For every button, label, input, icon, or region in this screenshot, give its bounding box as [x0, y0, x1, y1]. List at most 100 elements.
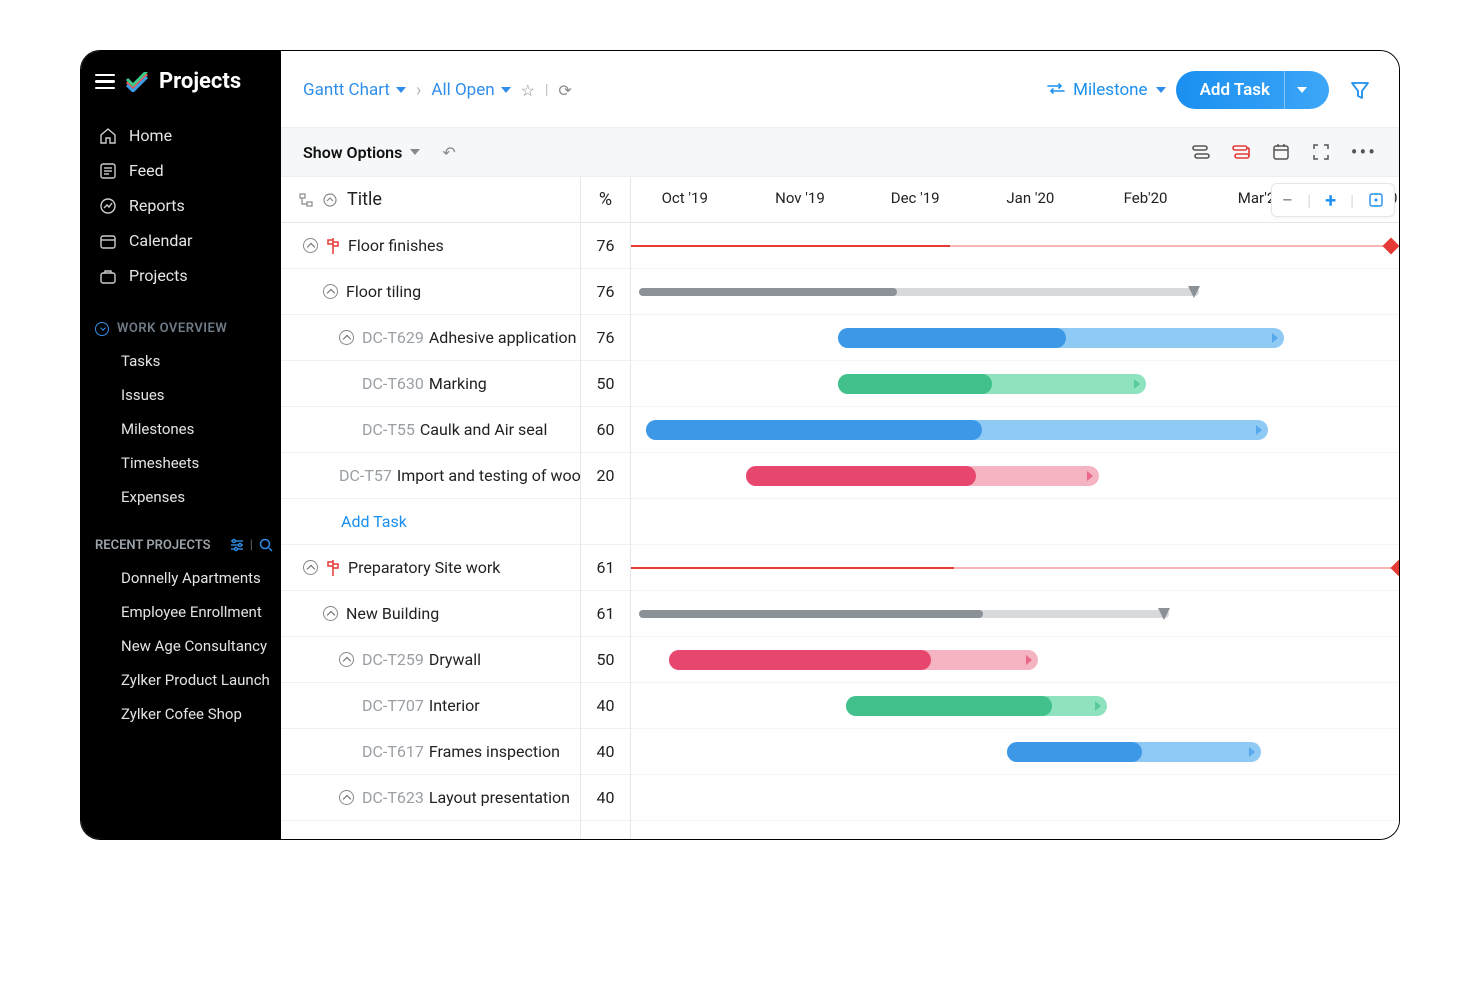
recent-project-item[interactable]: Zylker Cofee Shop — [81, 697, 281, 731]
add-task-inline[interactable]: Add Task — [281, 499, 580, 545]
group-bar[interactable] — [639, 288, 1200, 296]
work-overview-label[interactable]: WORK OVERVIEW — [81, 307, 281, 344]
task-row[interactable]: DC-T617Frames inspection — [281, 729, 580, 775]
percent-cell: 61 — [581, 545, 630, 591]
task-title: Frames inspection — [429, 742, 560, 761]
task-title: Layout presentation — [429, 788, 570, 807]
undo-icon[interactable]: ↶ — [442, 143, 455, 162]
recent-project-item[interactable]: Donnelly Apartments — [81, 561, 281, 595]
divider: | — [1350, 191, 1354, 210]
task-bar[interactable] — [838, 374, 1145, 394]
work-item-timesheets[interactable]: Timesheets — [81, 446, 281, 480]
gantt-row[interactable] — [631, 407, 1399, 453]
gantt-row[interactable] — [631, 775, 1399, 821]
critical-path-icon[interactable] — [1231, 142, 1251, 162]
gantt-row[interactable] — [631, 499, 1399, 545]
task-bar[interactable] — [1007, 742, 1260, 762]
gantt-row[interactable] — [631, 223, 1399, 269]
caret-icon[interactable] — [303, 560, 318, 575]
gantt-row[interactable] — [631, 315, 1399, 361]
gantt-row[interactable] — [631, 591, 1399, 637]
breadcrumb-filter[interactable]: All Open — [431, 80, 510, 100]
nav-item-feed[interactable]: Feed — [81, 153, 281, 188]
month-label: Nov '19 — [775, 189, 825, 207]
work-item-tasks[interactable]: Tasks — [81, 344, 281, 378]
task-row[interactable]: DC-T55Caulk and Air seal — [281, 407, 580, 453]
add-task-dropdown[interactable] — [1284, 71, 1319, 109]
add-task-button[interactable]: Add Task — [1176, 71, 1329, 109]
gantt-row[interactable] — [631, 683, 1399, 729]
work-item-milestones[interactable]: Milestones — [81, 412, 281, 446]
sliders-icon[interactable] — [230, 538, 244, 553]
task-bar[interactable] — [746, 466, 1099, 486]
milestone-bar[interactable] — [631, 562, 1399, 574]
task-row[interactable]: Floor tiling — [281, 269, 580, 315]
show-options-button[interactable]: Show Options — [303, 143, 420, 162]
task-row[interactable]: DC-T259Drywall — [281, 637, 580, 683]
chart-rows[interactable] — [631, 223, 1399, 821]
nav-item-calendar[interactable]: Calendar — [81, 223, 281, 258]
chevron-down-icon — [1297, 87, 1307, 93]
task-row[interactable]: DC-T630Marking — [281, 361, 580, 407]
task-row[interactable]: DC-T57Import and testing of woo.. — [281, 453, 580, 499]
task-code: DC-T623 — [362, 788, 424, 807]
task-row[interactable]: DC-T629Adhesive application — [281, 315, 580, 361]
caret-icon[interactable] — [323, 606, 338, 621]
task-bar[interactable] — [846, 696, 1107, 716]
nav-item-reports[interactable]: Reports — [81, 188, 281, 223]
gantt-row[interactable] — [631, 269, 1399, 315]
gantt-row[interactable] — [631, 545, 1399, 591]
more-icon[interactable]: ••• — [1351, 140, 1377, 164]
caret-icon[interactable] — [339, 652, 354, 667]
percent-cell: 60 — [581, 407, 630, 453]
projects-icon — [99, 267, 117, 285]
task-row[interactable]: Preparatory Site work — [281, 545, 580, 591]
fullscreen-icon[interactable] — [1311, 142, 1331, 162]
menu-icon[interactable] — [95, 74, 115, 90]
zoom-out-button[interactable]: − — [1282, 188, 1293, 212]
gantt-row[interactable] — [631, 361, 1399, 407]
percent-cell: 76 — [581, 223, 630, 269]
work-item-issues[interactable]: Issues — [81, 378, 281, 412]
collapse-all-icon[interactable] — [323, 193, 337, 207]
baseline-icon[interactable] — [1191, 142, 1211, 162]
add-task-label: Add Task — [1200, 80, 1270, 100]
zoom-fit-button[interactable] — [1368, 192, 1384, 208]
milestone-dropdown[interactable]: Milestone — [1047, 80, 1165, 100]
task-row[interactable]: Floor finishes — [281, 223, 580, 269]
calendar-icon[interactable] — [1271, 142, 1291, 162]
refresh-icon[interactable]: ⟳ — [558, 81, 571, 100]
task-row[interactable]: DC-T623 Layout presentation — [281, 775, 580, 821]
nav-list: HomeFeedReportsCalendarProjects — [81, 118, 281, 307]
recent-project-item[interactable]: Employee Enrollment — [81, 595, 281, 629]
filter-icon[interactable] — [1349, 79, 1371, 101]
task-row[interactable]: DC-T707Interior — [281, 683, 580, 729]
group-bar[interactable] — [639, 610, 1169, 618]
hierarchy-icon[interactable] — [299, 193, 313, 207]
caret-icon[interactable] — [339, 790, 354, 805]
star-icon[interactable]: ☆ — [521, 81, 535, 100]
task-row[interactable]: New Building — [281, 591, 580, 637]
percent-cell: 40 — [581, 683, 630, 729]
recent-project-item[interactable]: New Age Consultancy — [81, 629, 281, 663]
percent-header-label: % — [599, 189, 612, 210]
recent-project-item[interactable]: Zylker Product Launch — [81, 663, 281, 697]
caret-icon[interactable] — [303, 238, 318, 253]
breadcrumb-view[interactable]: Gantt Chart — [303, 80, 406, 100]
milestone-bar[interactable] — [631, 240, 1391, 252]
gantt-row[interactable] — [631, 453, 1399, 499]
caret-icon[interactable] — [323, 284, 338, 299]
zoom-in-button[interactable]: + — [1325, 188, 1336, 212]
gantt-row[interactable] — [631, 729, 1399, 775]
work-item-expenses[interactable]: Expenses — [81, 480, 281, 514]
gantt-row[interactable] — [631, 637, 1399, 683]
task-bar[interactable] — [669, 650, 1038, 670]
caret-icon[interactable] — [339, 330, 354, 345]
task-bar[interactable] — [838, 328, 1283, 348]
search-icon[interactable] — [259, 538, 273, 553]
breadcrumb-separator: › — [416, 80, 421, 101]
month-label: Dec '19 — [891, 189, 940, 207]
task-bar[interactable] — [646, 420, 1268, 440]
nav-item-home[interactable]: Home — [81, 118, 281, 153]
nav-item-projects[interactable]: Projects — [81, 258, 281, 293]
